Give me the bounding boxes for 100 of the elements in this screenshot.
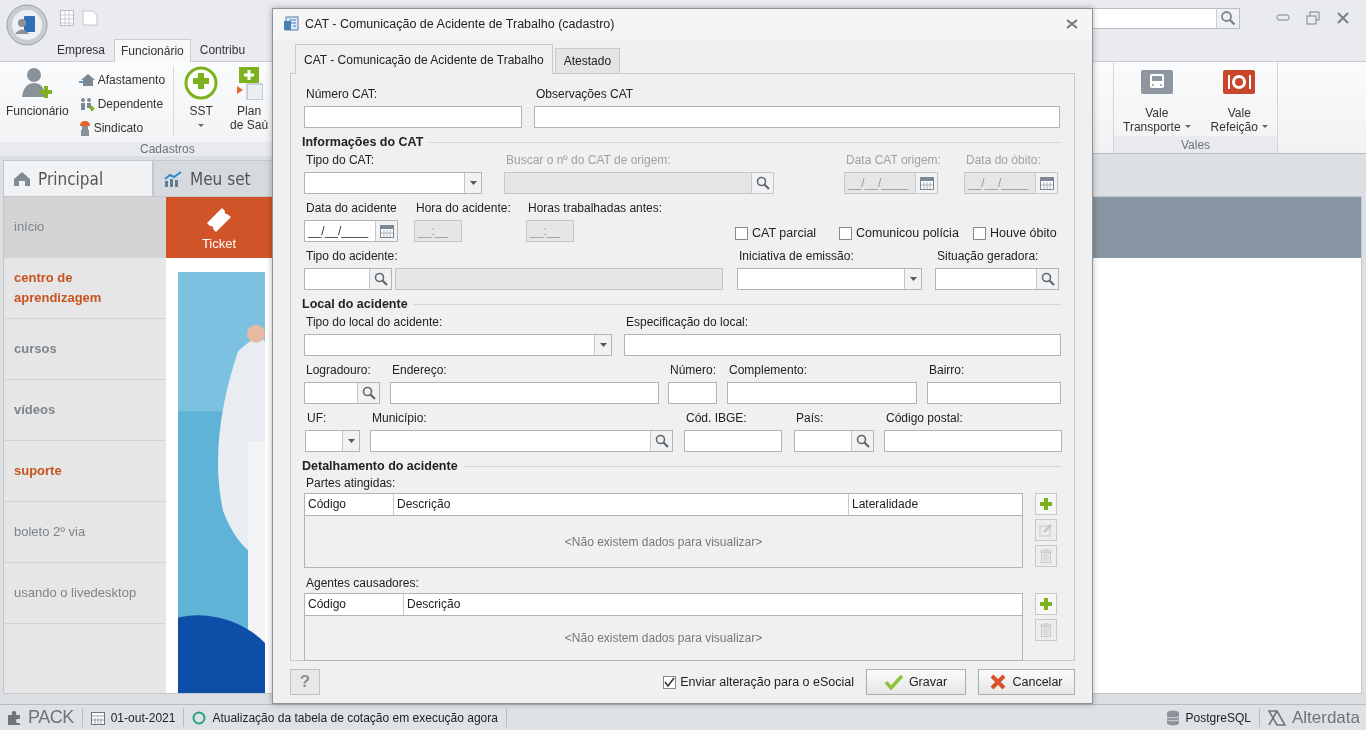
search-field[interactable]: [304, 268, 392, 290]
save-button[interactable]: Gravar: [866, 669, 966, 695]
search-field[interactable]: [794, 430, 874, 452]
progress-ring-icon: [192, 710, 207, 725]
voucher-button[interactable]: Vale Transporte: [1117, 70, 1197, 134]
search-icon: [755, 176, 770, 190]
group-label: Cadastros: [140, 142, 195, 156]
field-label: Hora do acidente:: [416, 200, 511, 216]
field-label: Logradouro:: [306, 362, 371, 378]
close-icon[interactable]: [1336, 12, 1350, 24]
field-label: Tipo do acidente:: [306, 248, 398, 264]
add-button[interactable]: [1035, 593, 1057, 615]
ribbon-tab[interactable]: Funcionário: [114, 39, 191, 62]
field-label: Cód. IBGE:: [686, 410, 747, 426]
home-icon: [14, 171, 30, 186]
search-icon: [1040, 272, 1055, 286]
field-label: UF:: [307, 410, 327, 426]
close-icon[interactable]: [1066, 19, 1078, 29]
calculator-icon[interactable]: [60, 10, 74, 26]
status-date: 01-out-2021: [110, 710, 176, 725]
search-icon: [654, 434, 669, 448]
health-plan-button[interactable]: Plan de Saú: [224, 66, 269, 132]
house-icon: [78, 73, 95, 87]
checkbox[interactable]: [735, 226, 748, 240]
input-field[interactable]: [534, 106, 1060, 128]
caret-icon: [599, 343, 607, 347]
field-label: Data CAT origem:: [846, 152, 941, 168]
dialog-tab[interactable]: CAT - Comunicação de Acidente de Trabalho: [295, 44, 553, 74]
dropdown-field[interactable]: [737, 268, 922, 290]
search-field[interactable]: [370, 430, 673, 452]
voucher-button[interactable]: Vale Refeição: [1204, 70, 1274, 134]
search-icon: [361, 386, 376, 400]
field-label: Complemento:: [729, 362, 808, 378]
document-icon[interactable]: [82, 10, 98, 26]
column-header[interactable]: Lateralidade: [849, 494, 1022, 515]
chart-icon: [164, 170, 182, 187]
field-label: Especificação do local:: [626, 314, 749, 330]
ribbon-tab[interactable]: Empresa: [50, 38, 113, 61]
dropdown-field[interactable]: [304, 334, 612, 356]
ribbon-small-button[interactable]: Dependente: [78, 92, 166, 116]
employee-button[interactable]: Funcionário: [0, 66, 75, 118]
search-field[interactable]: [935, 268, 1059, 290]
field-label: Observações CAT: [536, 86, 634, 102]
plate-cutlery-icon: [1223, 70, 1256, 94]
database-icon: [1165, 709, 1180, 726]
checkbox-label: CAT parcial: [752, 226, 817, 240]
brand-name: Alterdata: [1291, 707, 1360, 728]
ribbon-small-button[interactable]: Sindicato: [78, 116, 166, 140]
ribbon-small-button[interactable]: Afastamento: [78, 68, 166, 92]
status-message: Atualização da tabela de cotação em execução agora: [212, 710, 498, 725]
input-field[interactable]: [668, 382, 717, 404]
input-field[interactable]: [684, 430, 782, 452]
field-label: Horas trabalhadas antes:: [528, 200, 663, 216]
input-field[interactable]: [304, 106, 522, 128]
input-field[interactable]: [624, 334, 1061, 356]
input-field[interactable]: [727, 382, 917, 404]
field-label: Tipo do local do acidente:: [306, 314, 443, 330]
caret-icon: [347, 439, 355, 443]
sst-button[interactable]: SST: [178, 66, 225, 127]
trash-icon: [1040, 623, 1052, 637]
plus-icon: [1039, 497, 1053, 511]
input-field[interactable]: [390, 382, 659, 404]
input-field[interactable]: [884, 430, 1062, 452]
person-add-icon: [20, 66, 55, 100]
ribbon-tab[interactable]: Contribu: [192, 38, 253, 61]
empty-message: <Não existem dados para visualizar>: [564, 631, 763, 645]
add-button[interactable]: [1035, 493, 1057, 515]
column-header[interactable]: Descrição: [394, 494, 849, 515]
database-name: PostgreSQL: [1185, 710, 1251, 725]
calendar-icon: [379, 224, 394, 238]
checkbox[interactable]: [973, 226, 986, 240]
caret-icon: [469, 181, 477, 185]
dropdown-field[interactable]: [304, 172, 482, 194]
field-label: País:: [796, 410, 824, 426]
restore-icon[interactable]: [1306, 11, 1320, 25]
checkbox[interactable]: [663, 675, 677, 689]
people-icon: [78, 97, 95, 111]
checkbox[interactable]: [839, 226, 852, 240]
clipboard-plus-icon: [235, 66, 264, 100]
calendar-icon: [1039, 176, 1054, 190]
dialog-title: CAT - Comunicação de Acidente de Trabalho (cadastro): [305, 17, 615, 31]
section-title: Detalhamento do acidente: [302, 459, 458, 473]
minimize-icon[interactable]: [1276, 14, 1290, 22]
sidebar-item[interactable]: suporte: [4, 441, 166, 502]
field-label: Número CAT:: [306, 86, 378, 102]
dropdown-field[interactable]: [305, 430, 360, 452]
column-header[interactable]: Código: [305, 494, 394, 515]
checkbox-label: Comunicou polícia: [856, 226, 959, 240]
input-field[interactable]: [927, 382, 1061, 404]
column-header[interactable]: Código: [305, 594, 404, 615]
search-field[interactable]: [304, 382, 380, 404]
field-label: Número:: [670, 362, 716, 378]
column-header[interactable]: Descrição: [404, 594, 1022, 615]
content-tab[interactable]: Principal: [3, 160, 153, 196]
date-field[interactable]: __/__/____: [304, 220, 398, 242]
sidebar-item[interactable]: centro de aprendizagem: [4, 258, 166, 319]
cancel-button[interactable]: Cancelar: [978, 669, 1075, 695]
section-title: Local do acidente: [302, 297, 408, 311]
ticket-tile[interactable]: Ticket: [166, 197, 272, 258]
dialog-tab[interactable]: Atestado: [554, 48, 621, 73]
